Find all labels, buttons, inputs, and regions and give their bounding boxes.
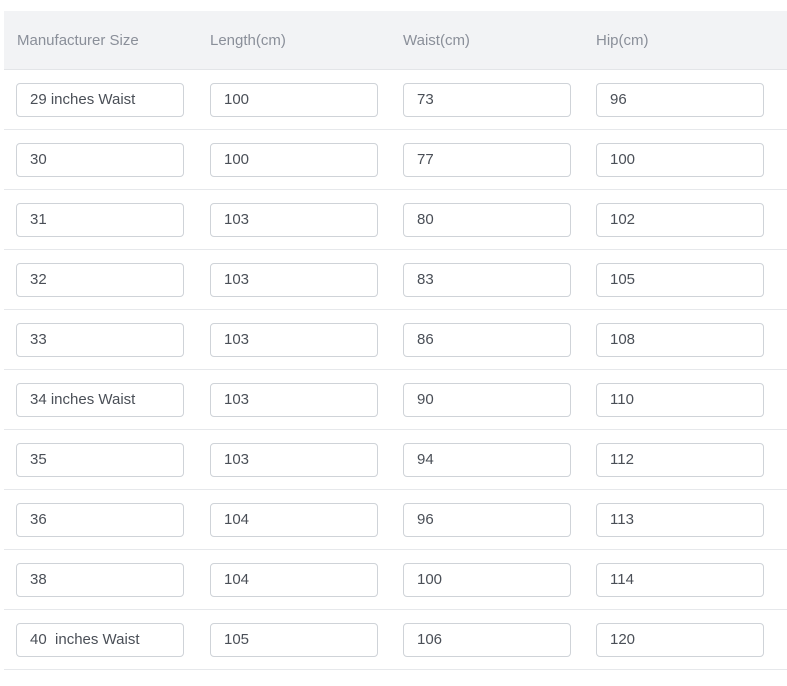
table-row	[4, 550, 787, 610]
table-header: Manufacturer Size Length(cm) Waist(cm) H…	[4, 11, 787, 70]
hip-field[interactable]	[596, 262, 764, 297]
table-cell	[403, 142, 596, 177]
table-cell	[403, 502, 596, 537]
table-row	[4, 610, 787, 670]
table-cell	[210, 562, 403, 597]
table-row	[4, 250, 787, 310]
table-cell	[4, 502, 210, 537]
manufacturer-size-field[interactable]	[16, 322, 184, 357]
waist-field[interactable]	[403, 142, 571, 177]
waist-field[interactable]	[403, 562, 571, 597]
manufacturer-size-field[interactable]	[16, 382, 184, 417]
length-field[interactable]	[210, 142, 378, 177]
manufacturer-size-field[interactable]	[16, 262, 184, 297]
manufacturer-size-field[interactable]	[16, 622, 184, 657]
hip-field[interactable]	[596, 502, 764, 537]
manufacturer-size-field[interactable]	[16, 202, 184, 237]
hip-field[interactable]	[596, 382, 764, 417]
header-length: Length(cm)	[210, 31, 286, 49]
hip-field[interactable]	[596, 562, 764, 597]
table-row	[4, 490, 787, 550]
table-row	[4, 430, 787, 490]
waist-field[interactable]	[403, 382, 571, 417]
waist-field[interactable]	[403, 202, 571, 237]
table-cell	[4, 382, 210, 417]
length-field[interactable]	[210, 82, 378, 117]
table-cell	[4, 322, 210, 357]
table-cell	[403, 262, 596, 297]
manufacturer-size-field[interactable]	[16, 142, 184, 177]
table-cell	[596, 262, 787, 297]
hip-field[interactable]	[596, 202, 764, 237]
hip-field[interactable]	[596, 142, 764, 177]
table-cell	[4, 442, 210, 477]
length-field[interactable]	[210, 442, 378, 477]
table-cell	[210, 502, 403, 537]
table-cell	[403, 622, 596, 657]
table-cell	[596, 142, 787, 177]
table-cell	[596, 382, 787, 417]
length-field[interactable]	[210, 502, 378, 537]
waist-field[interactable]	[403, 442, 571, 477]
header-waist: Waist(cm)	[403, 31, 470, 49]
hip-field[interactable]	[596, 82, 764, 117]
table-cell	[596, 82, 787, 117]
table-cell	[403, 562, 596, 597]
table-cell	[403, 202, 596, 237]
table-cell	[596, 442, 787, 477]
hip-field[interactable]	[596, 322, 764, 357]
table-cell	[403, 442, 596, 477]
table-row	[4, 310, 787, 370]
length-field[interactable]	[210, 382, 378, 417]
table-cell	[596, 322, 787, 357]
table-row	[4, 190, 787, 250]
manufacturer-size-field[interactable]	[16, 562, 184, 597]
table-cell	[210, 142, 403, 177]
table-cell	[403, 82, 596, 117]
table-cell	[596, 502, 787, 537]
table-row	[4, 70, 787, 130]
table-cell	[596, 622, 787, 657]
table-row	[4, 130, 787, 190]
size-chart-table: Manufacturer Size Length(cm) Waist(cm) H…	[4, 11, 787, 670]
table-cell	[403, 382, 596, 417]
length-field[interactable]	[210, 562, 378, 597]
table-cell	[403, 322, 596, 357]
table-cell	[210, 322, 403, 357]
length-field[interactable]	[210, 322, 378, 357]
table-cell	[4, 202, 210, 237]
waist-field[interactable]	[403, 82, 571, 117]
table-body	[4, 70, 787, 670]
table-cell	[210, 82, 403, 117]
table-cell	[210, 202, 403, 237]
waist-field[interactable]	[403, 502, 571, 537]
length-field[interactable]	[210, 262, 378, 297]
table-cell	[4, 562, 210, 597]
table-cell	[210, 442, 403, 477]
manufacturer-size-field[interactable]	[16, 82, 184, 117]
header-hip: Hip(cm)	[596, 31, 649, 49]
table-cell	[210, 622, 403, 657]
table-cell	[596, 562, 787, 597]
manufacturer-size-field[interactable]	[16, 502, 184, 537]
table-cell	[4, 82, 210, 117]
table-cell	[4, 142, 210, 177]
length-field[interactable]	[210, 622, 378, 657]
table-cell	[4, 262, 210, 297]
manufacturer-size-field[interactable]	[16, 442, 184, 477]
table-cell	[210, 382, 403, 417]
hip-field[interactable]	[596, 442, 764, 477]
waist-field[interactable]	[403, 262, 571, 297]
table-row	[4, 370, 787, 430]
waist-field[interactable]	[403, 322, 571, 357]
table-cell	[4, 622, 210, 657]
header-manufacturer-size: Manufacturer Size	[17, 31, 139, 49]
length-field[interactable]	[210, 202, 378, 237]
table-cell	[210, 262, 403, 297]
waist-field[interactable]	[403, 622, 571, 657]
table-cell	[596, 202, 787, 237]
hip-field[interactable]	[596, 622, 764, 657]
